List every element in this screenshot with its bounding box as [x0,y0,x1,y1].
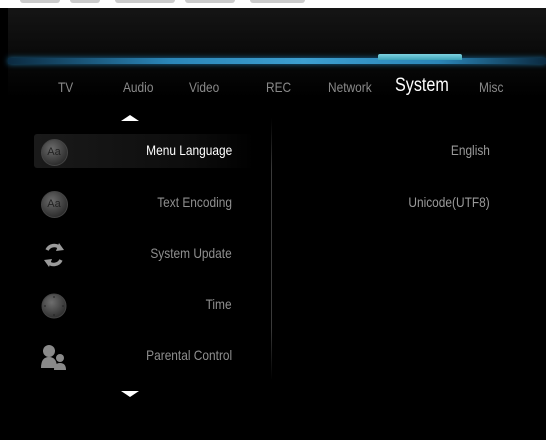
menu-item-value[interactable]: Unicode(UTF8) [409,194,490,210]
text-encoding-icon: Aa [40,190,68,218]
menu-item-parental-control[interactable]: Parental Control [0,337,546,377]
tab-misc[interactable]: Misc [479,79,503,95]
menu-item-label: Menu Language [145,142,232,158]
clock-icon [40,292,68,320]
tab-audio[interactable]: Audio [123,79,153,95]
language-icon: Aa [40,138,68,166]
menu-item-label: Text Encoding [157,194,232,210]
parental-control-icon [40,343,68,371]
scroll-down-arrow-icon[interactable] [121,391,139,397]
menu-item-system-update[interactable]: System Update [0,235,546,275]
scroll-up-arrow-icon[interactable] [121,115,139,121]
active-tab-indicator [378,54,462,60]
menu-item-text-encoding[interactable]: Aa Text Encoding Unicode(UTF8) [0,184,546,224]
tab-tv[interactable]: TV [58,79,73,95]
tab-bar-line [8,58,546,64]
tab-video[interactable]: Video [189,79,219,95]
tv-settings-screen: TV Audio Video REC Network System Misc A… [0,0,546,440]
tab-rec[interactable]: REC [266,79,291,95]
menu-item-label: Time [205,296,232,312]
tab-network[interactable]: Network [328,79,372,95]
refresh-icon [40,241,68,269]
menu-item-time[interactable]: Time [0,286,546,326]
tab-system[interactable]: System [395,75,449,97]
top-edge [0,0,546,8]
menu-item-label: Parental Control [146,347,232,363]
menu-item-value[interactable]: English [451,142,490,158]
menu-item-label: System Update [150,245,232,261]
menu-item-menu-language[interactable]: Aa Menu Language English [0,132,546,172]
